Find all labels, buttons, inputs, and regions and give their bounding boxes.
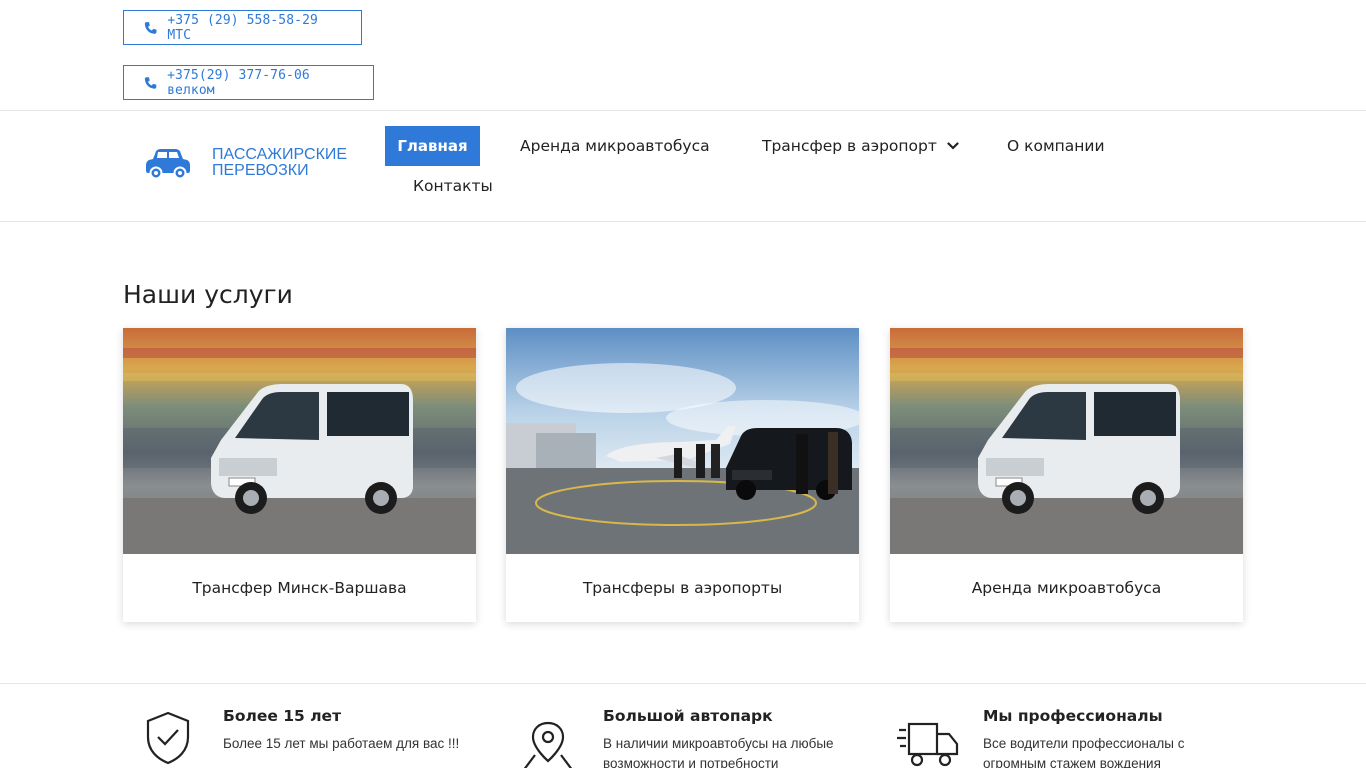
nav-label: О компании — [1007, 137, 1105, 155]
divider — [0, 110, 1366, 111]
phone-label: +375(29) 377-76-06 велком — [167, 67, 310, 98]
nav-contacts[interactable]: Контакты — [413, 177, 493, 195]
service-card-airport-transfers[interactable]: Трансферы в аэропорты — [506, 328, 859, 622]
nav-label: Главная — [397, 137, 468, 155]
airport-jet-van-photo — [506, 328, 859, 554]
nav-rent[interactable]: Аренда микроавтобуса — [520, 137, 710, 155]
section-title: Наши услуги — [123, 280, 293, 309]
site-logo[interactable]: ПАССАЖИРСКИЕ ПЕРЕВОЗКИ — [145, 146, 362, 180]
phone-icon — [144, 21, 157, 34]
phone-button-mts[interactable]: +375 (29) 558-58-29 МТС — [123, 10, 362, 45]
service-card-minibus-rent[interactable]: Аренда микроавтобуса — [890, 328, 1243, 622]
delivery-truck-icon — [897, 722, 959, 767]
service-card-minsk-warsaw[interactable]: Трансфер Минск-Варшава — [123, 328, 476, 622]
feature-text: Более 15 лет мы работаем для вас !!! — [223, 736, 460, 751]
card-caption: Трансфер Минск-Варшава — [192, 579, 407, 597]
phone-icon — [144, 76, 157, 89]
logo-text: ПАССАЖИРСКИЕ ПЕРЕВОЗКИ — [212, 146, 348, 179]
nav-transfer-dropdown[interactable]: Трансфер в аэропорт — [762, 137, 959, 155]
shield-check-icon — [146, 711, 190, 765]
nav-about[interactable]: О компании — [1007, 137, 1105, 155]
feature-text: Все водители профессионалы с огромным ст… — [983, 736, 1185, 768]
card-caption: Трансферы в аэропорты — [582, 579, 783, 597]
card-caption: Аренда микроавтобуса — [971, 579, 1162, 597]
feature-text: В наличии микроавтобусы на любые возможн… — [603, 736, 834, 768]
phone-button-velcom[interactable]: +375(29) 377-76-06 велком — [123, 65, 374, 100]
divider — [0, 683, 1366, 684]
divider — [0, 221, 1366, 222]
feature-title: Более 15 лет — [223, 707, 342, 725]
feature-title: Мы профессионалы — [983, 707, 1163, 725]
car-icon — [146, 149, 190, 180]
nav-label: Трансфер в аэропорт — [762, 137, 937, 155]
phone-label: +375 (29) 558-58-29 МТС — [167, 12, 318, 43]
map-pin-icon — [523, 721, 573, 768]
chevron-down-icon — [947, 142, 959, 150]
white-minibus-photo — [123, 328, 476, 554]
feature-title: Большой автопарк — [603, 707, 773, 725]
nav-label: Контакты — [413, 177, 493, 195]
nav-home[interactable]: Главная — [385, 126, 480, 166]
nav-label: Аренда микроавтобуса — [520, 137, 710, 155]
white-minibus-photo — [890, 328, 1243, 554]
